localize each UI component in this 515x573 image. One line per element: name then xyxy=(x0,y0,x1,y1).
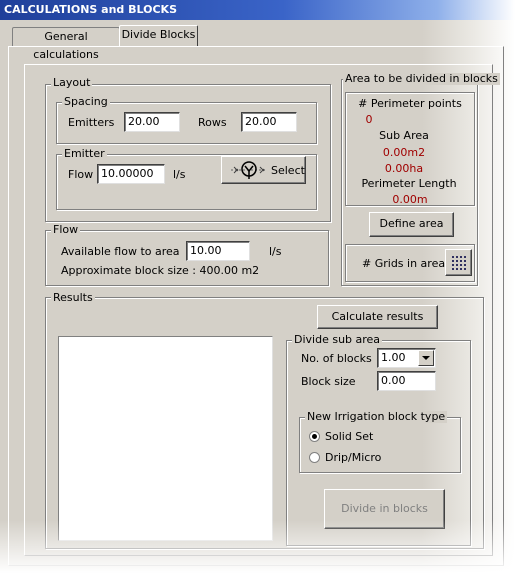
drip-micro-label: Drip/Micro xyxy=(325,451,382,464)
emitters-spacing-input[interactable]: 20.00 xyxy=(124,112,180,132)
emitter-group-label: Emitter xyxy=(62,147,107,160)
radio-button[interactable] xyxy=(309,452,320,463)
no-of-blocks-label: No. of blocks xyxy=(301,352,372,365)
block-type-label: New Irrigation block type xyxy=(305,410,448,423)
no-of-blocks-dropdown[interactable]: 1.00 xyxy=(377,348,436,368)
grid-icon xyxy=(452,256,466,270)
divide-in-blocks-button[interactable]: Divide in blocks xyxy=(324,489,445,529)
tab-divide-blocks[interactable]: Divide Blocks xyxy=(119,25,198,47)
window-title: CALCULATIONS and BLOCKS xyxy=(0,0,515,20)
grids-button[interactable] xyxy=(445,249,472,276)
results-group-label: Results xyxy=(51,291,95,304)
block-size-label: Block size xyxy=(301,375,356,388)
layout-group-label: Layout xyxy=(51,76,93,89)
chevron-down-icon xyxy=(422,349,430,367)
emitter-flow-input[interactable]: 10.00000 xyxy=(97,164,165,184)
block-size-input[interactable]: 0.00 xyxy=(377,371,436,391)
divide-sub-area-label: Divide sub area xyxy=(292,333,383,346)
radio-solid-set[interactable]: Solid Set xyxy=(309,430,399,444)
radio-drip-micro[interactable]: Drip/Micro xyxy=(309,451,399,465)
sprinkler-icon xyxy=(229,159,269,181)
tab-label: Divide Blocks xyxy=(121,28,196,41)
dropdown-button[interactable] xyxy=(418,350,434,366)
approximate-block-size: Approximate block size : 400.00 m2 xyxy=(61,264,260,277)
available-flow-label: Available flow to area xyxy=(61,245,180,258)
no-of-blocks-value: 1.00 xyxy=(381,351,406,364)
available-flow-unit: l/s xyxy=(269,245,282,258)
select-button-label: Select xyxy=(271,164,305,177)
flow-label: Flow xyxy=(68,168,94,181)
results-list[interactable] xyxy=(58,336,273,541)
perimeter-points-value: 0 xyxy=(365,113,373,126)
flow-unit: l/s xyxy=(173,168,186,181)
rows-spacing-input[interactable]: 20.00 xyxy=(241,112,297,132)
perimeter-points-label: # Perimeter points xyxy=(358,97,462,110)
define-area-button[interactable]: Define area xyxy=(369,212,454,237)
radio-button-selected[interactable] xyxy=(309,431,320,442)
sub-area-m2-value: 0.00m2 xyxy=(382,146,426,159)
select-emitter-button[interactable]: Select xyxy=(221,156,306,184)
calculate-results-button[interactable]: Calculate results xyxy=(317,305,438,329)
perimeter-length-label: Perimeter Length xyxy=(361,177,457,190)
solid-set-label: Solid Set xyxy=(325,430,374,443)
rows-label: Rows xyxy=(198,116,227,129)
spacing-group-label: Spacing xyxy=(62,95,110,108)
emitters-label: Emitters xyxy=(68,116,115,129)
area-group-label: Area to be divided in blocks xyxy=(343,72,500,85)
flow-group-label: Flow xyxy=(51,223,81,236)
tab-general-calculations[interactable]: General calculations xyxy=(12,27,120,61)
sub-area-ha-value: 0.00ha xyxy=(384,162,424,175)
grids-in-area-label: # Grids in area xyxy=(362,257,446,270)
sub-area-label: Sub Area xyxy=(379,129,429,142)
available-flow-input[interactable]: 10.00 xyxy=(186,241,250,261)
perimeter-length-value: 0.00m xyxy=(392,193,428,206)
